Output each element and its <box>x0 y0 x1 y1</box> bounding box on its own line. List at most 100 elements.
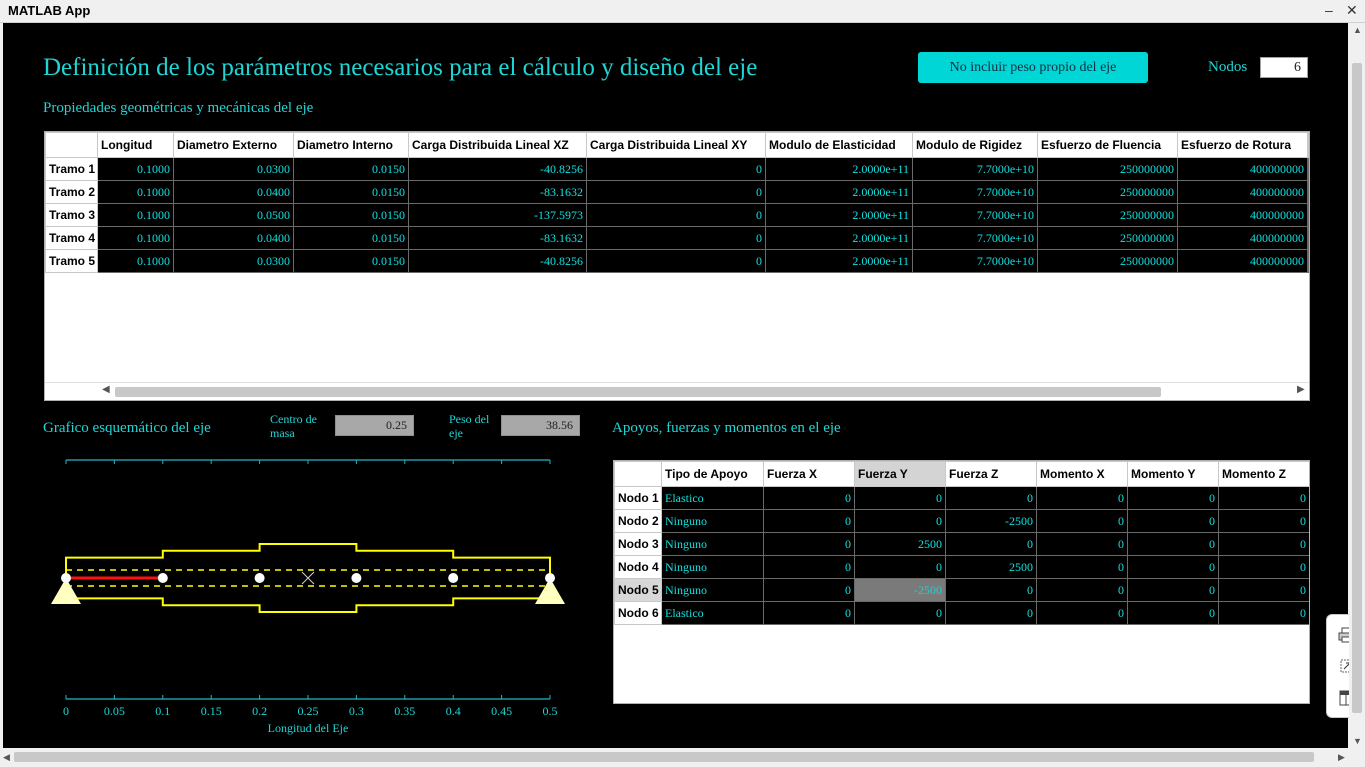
props-column-header[interactable]: Esfuerzo de Rotura <box>1177 132 1308 158</box>
table-cell[interactable]: 7.7000e+10 <box>912 249 1038 273</box>
table-cell[interactable]: 400000000 <box>1177 226 1308 250</box>
scroll-right-icon[interactable]: ▶ <box>1338 752 1345 763</box>
table-cell[interactable]: 2.0000e+11 <box>765 157 913 181</box>
props-column-header[interactable]: Modulo de Rigidez <box>912 132 1038 158</box>
table-cell[interactable]: 0 <box>1218 486 1309 510</box>
table-cell[interactable]: 0 <box>854 509 946 533</box>
table-cell[interactable]: 0 <box>586 203 766 227</box>
table-cell[interactable]: 0 <box>586 157 766 181</box>
table-cell[interactable]: 2.0000e+11 <box>765 249 913 273</box>
table-cell[interactable]: 0 <box>586 180 766 204</box>
table-cell[interactable]: 0 <box>1127 555 1219 579</box>
table-cell[interactable]: 0.0150 <box>293 226 409 250</box>
props-horizontal-scrollbar[interactable]: ◀ ▶ <box>45 382 1309 399</box>
table-cell[interactable]: 0 <box>854 555 946 579</box>
table-cell[interactable]: 0.1000 <box>97 157 174 181</box>
table-cell[interactable]: 0.0500 <box>173 203 294 227</box>
scroll-right-icon[interactable]: ▶ <box>1297 384 1305 395</box>
table-cell[interactable]: 0 <box>1218 555 1309 579</box>
table-cell[interactable]: 0.0150 <box>293 157 409 181</box>
table-cell[interactable]: 0.0150 <box>293 249 409 273</box>
table-cell[interactable]: 400000000 <box>1177 180 1308 204</box>
window-horizontal-scrollbar[interactable]: ◀ ▶ <box>0 748 1349 767</box>
peso-propio-button[interactable]: No incluir peso propio del eje <box>918 52 1148 83</box>
window-vertical-scrollbar[interactable]: ▲ ▼ <box>1349 23 1365 748</box>
apoyos-column-header[interactable]: Momento X <box>1036 461 1128 487</box>
props-column-header[interactable]: Modulo de Elasticidad <box>765 132 913 158</box>
table-cell[interactable]: 2.0000e+11 <box>765 203 913 227</box>
table-cell[interactable]: 0 <box>854 486 946 510</box>
table-cell[interactable]: 0 <box>854 601 946 625</box>
props-column-header[interactable]: Carga Distribuida Lineal XY <box>586 132 766 158</box>
table-cell[interactable]: 250000000 <box>1037 180 1178 204</box>
table-cell[interactable]: 0 <box>945 532 1037 556</box>
table-cell[interactable]: 0 <box>586 249 766 273</box>
support-type-cell[interactable]: Elastico <box>661 601 764 625</box>
scroll-thumb[interactable] <box>115 387 1161 397</box>
table-cell[interactable]: 0 <box>1127 578 1219 602</box>
table-cell[interactable]: 0.1000 <box>97 180 174 204</box>
table-cell[interactable]: 0 <box>1127 532 1219 556</box>
table-cell[interactable]: 0 <box>763 555 855 579</box>
scroll-up-icon[interactable]: ▲ <box>1353 25 1362 35</box>
table-cell[interactable]: -137.5973 <box>408 203 587 227</box>
table-cell[interactable]: -40.8256 <box>408 249 587 273</box>
apoyos-column-header[interactable]: Momento Z <box>1218 461 1309 487</box>
nodos-field[interactable]: 6 <box>1260 57 1308 78</box>
horizontal-scroll-thumb[interactable] <box>14 752 1314 762</box>
row-header[interactable]: Nodo 4 <box>614 555 662 579</box>
table-cell[interactable]: 0 <box>945 486 1037 510</box>
table-cell[interactable]: 0 <box>1127 509 1219 533</box>
table-cell[interactable]: -40.8256 <box>408 157 587 181</box>
props-column-header[interactable]: Longitud <box>97 132 174 158</box>
table-cell[interactable]: 250000000 <box>1037 203 1178 227</box>
table-cell[interactable]: 0 <box>945 601 1037 625</box>
props-column-header[interactable]: Esfuerzo de Fluencia <box>1037 132 1178 158</box>
support-type-cell[interactable]: Ninguno <box>661 509 764 533</box>
row-header[interactable]: Nodo 3 <box>614 532 662 556</box>
table-cell[interactable]: 0 <box>1036 555 1128 579</box>
table-cell[interactable]: 250000000 <box>1037 157 1178 181</box>
table-cell[interactable]: 0.1000 <box>97 203 174 227</box>
table-cell[interactable]: 0 <box>586 226 766 250</box>
table-cell[interactable]: 0 <box>1036 486 1128 510</box>
table-cell[interactable]: 250000000 <box>1037 249 1178 273</box>
table-cell[interactable]: 0.0400 <box>173 180 294 204</box>
table-cell[interactable]: 0.0400 <box>173 226 294 250</box>
table-cell[interactable]: 0.1000 <box>97 226 174 250</box>
table-cell[interactable]: 400000000 <box>1177 249 1308 273</box>
row-header[interactable]: Nodo 2 <box>614 509 662 533</box>
support-type-cell[interactable]: Ninguno <box>661 532 764 556</box>
table-cell[interactable]: 7.7000e+10 <box>912 180 1038 204</box>
table-cell[interactable]: 0 <box>1036 532 1128 556</box>
table-cell[interactable]: 0 <box>1127 601 1219 625</box>
row-header[interactable]: Nodo 1 <box>614 486 662 510</box>
close-icon[interactable]: ✕ <box>1346 2 1358 19</box>
table-cell[interactable]: 0.0150 <box>293 203 409 227</box>
scroll-left-icon[interactable]: ◀ <box>102 384 110 395</box>
table-cell[interactable]: 0 <box>1036 509 1128 533</box>
support-type-cell[interactable]: Elastico <box>661 486 764 510</box>
table-cell[interactable]: 2.0000e+11 <box>765 226 913 250</box>
table-cell[interactable]: 0.0300 <box>173 249 294 273</box>
scroll-down-icon[interactable]: ▼ <box>1353 736 1362 746</box>
apoyos-column-header[interactable]: Fuerza Y <box>854 461 946 487</box>
table-cell[interactable]: 2500 <box>945 555 1037 579</box>
table-cell[interactable]: -83.1632 <box>408 180 587 204</box>
row-header[interactable]: Tramo 4 <box>45 226 98 250</box>
table-cell[interactable]: -2500 <box>854 578 946 602</box>
table-cell[interactable]: 0.1000 <box>97 249 174 273</box>
table-cell[interactable]: 0.0300 <box>173 157 294 181</box>
minimize-icon[interactable]: – <box>1325 2 1333 18</box>
table-cell[interactable]: 2500 <box>854 532 946 556</box>
table-cell[interactable]: 2.0000e+11 <box>765 180 913 204</box>
table-cell[interactable]: 400000000 <box>1177 203 1308 227</box>
table-cell[interactable]: 0 <box>1036 578 1128 602</box>
table-cell[interactable]: 0 <box>1218 509 1309 533</box>
table-cell[interactable]: 0 <box>1218 601 1309 625</box>
table-cell[interactable]: -83.1632 <box>408 226 587 250</box>
table-cell[interactable]: 250000000 <box>1037 226 1178 250</box>
table-cell[interactable]: 0 <box>945 578 1037 602</box>
props-column-header[interactable]: Diametro Interno <box>293 132 409 158</box>
table-cell[interactable]: 0 <box>1218 578 1309 602</box>
